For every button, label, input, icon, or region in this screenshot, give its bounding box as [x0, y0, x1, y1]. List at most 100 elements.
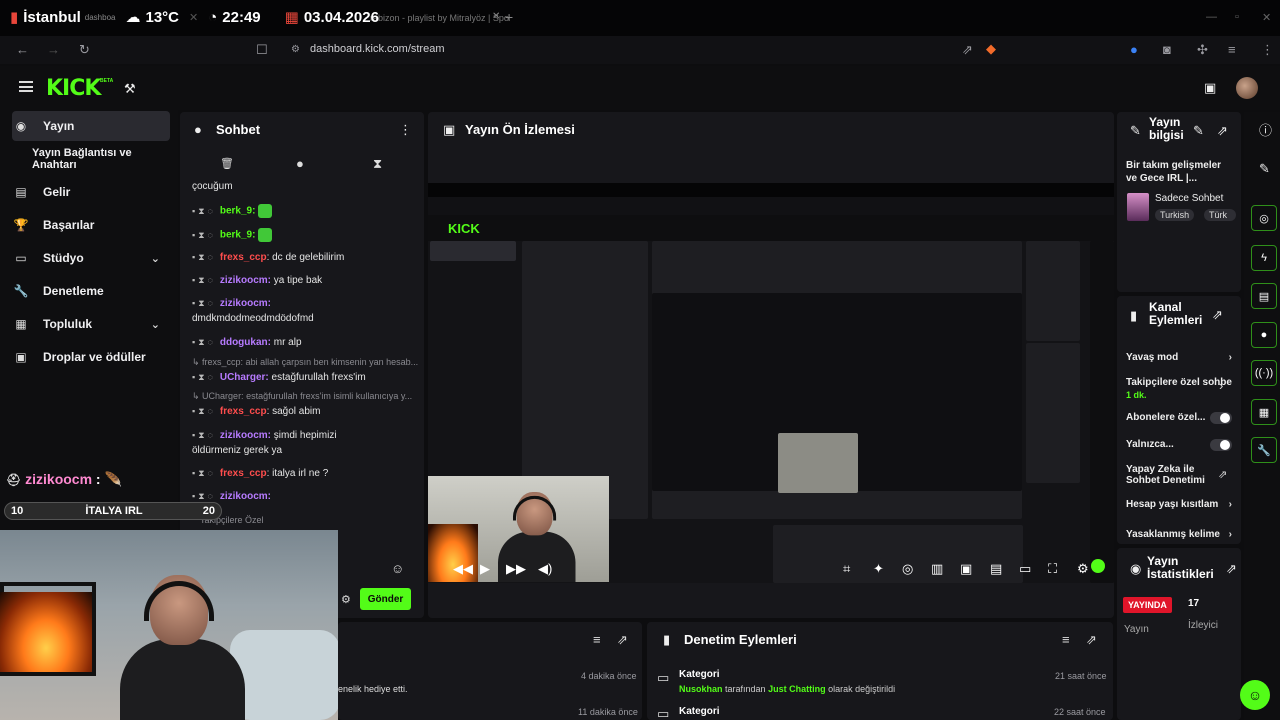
- mod-tools-icon[interactable]: ▪⧗◌: [192, 337, 216, 347]
- chat-mode-icon[interactable]: ●: [296, 157, 304, 171]
- avatar[interactable]: [1236, 77, 1258, 99]
- pip-icon[interactable]: ▣: [960, 561, 972, 577]
- external-link-icon[interactable]: ⇗: [1218, 468, 1227, 482]
- browser-tab-title[interactable]: rabizon - playlist by Mitralyöz | Spo: [370, 13, 509, 23]
- followers-only-row[interactable]: Takipçilere özel sohbet: [1126, 377, 1232, 388]
- play-icon[interactable]: ▶: [480, 561, 490, 577]
- edit-icon[interactable]: ✎: [1259, 162, 1270, 176]
- strip-chat-icon[interactable]: ●: [1251, 322, 1277, 348]
- layout-icon[interactable]: ▭: [1019, 561, 1031, 577]
- strip-layout-icon[interactable]: ▦: [1251, 399, 1277, 425]
- chat-username[interactable]: berk_9:: [220, 206, 256, 217]
- brave-shield-icon[interactable]: ◆: [986, 42, 996, 56]
- mod-tools-icon[interactable]: ▪⧗◌: [192, 468, 216, 478]
- sidebar-item-basarilar[interactable]: 🏆 Başarılar: [12, 210, 170, 240]
- mod-user[interactable]: Nusokhan: [679, 684, 723, 694]
- banned-words-row[interactable]: Yasaklanmış kelime ›: [1126, 529, 1236, 540]
- hamburger-menu-icon[interactable]: [19, 81, 33, 92]
- rewind-icon[interactable]: ◀◀: [453, 561, 473, 577]
- popout-icon[interactable]: ⇗: [1217, 124, 1228, 138]
- chat-username[interactable]: zizikoocm:: [220, 275, 271, 286]
- slow-mode-row[interactable]: Yavaş mod ›: [1126, 352, 1236, 363]
- site-info-icon[interactable]: ⚙: [291, 43, 300, 57]
- maximize-icon[interactable]: ▫: [1235, 11, 1239, 23]
- fast-forward-icon[interactable]: ▶▶: [506, 561, 526, 577]
- sidebar-item-denetleme[interactable]: 🔧 Denetleme: [12, 276, 170, 306]
- url-field[interactable]: dashboard.kick.com/stream: [310, 43, 445, 55]
- kick-logo[interactable]: KICK: [46, 76, 101, 101]
- theater-icon[interactable]: ▤: [990, 561, 1002, 577]
- settings-icon[interactable]: ⚙: [1077, 561, 1089, 577]
- chevron-right-icon[interactable]: ›: [1219, 379, 1223, 393]
- crop-icon[interactable]: ⌗: [843, 561, 850, 577]
- mod-tools-icon[interactable]: ▪⧗◌: [192, 372, 216, 382]
- stats-icon[interactable]: ▥: [931, 561, 943, 577]
- account-age-row[interactable]: Hesap yaşı kısıtlam ›: [1126, 499, 1236, 510]
- mod-tools-icon[interactable]: ▪⧗◌: [192, 406, 216, 416]
- tab-close-icon[interactable]: ✕: [189, 11, 198, 24]
- emote-only-row[interactable]: Yalnızca...: [1126, 439, 1236, 451]
- mod-tools-icon[interactable]: ▪⧗◌: [192, 252, 216, 262]
- menu-icon[interactable]: ⋮: [1261, 43, 1274, 57]
- category-name[interactable]: Sadece Sohbet: [1155, 193, 1223, 204]
- mod-tools-icon[interactable]: ▪⧗◌: [192, 275, 216, 285]
- info-icon[interactable]: ⓘ: [1259, 124, 1272, 138]
- new-tab-icon[interactable]: +: [505, 9, 513, 25]
- extensions-puzzle-icon[interactable]: ✣: [1197, 43, 1208, 57]
- ai-moderation-row[interactable]: Yapay Zeka ile Sohbet Denetimi: [1126, 464, 1221, 486]
- tag[interactable]: Türk: [1204, 209, 1236, 221]
- minimize-icon[interactable]: —: [1206, 11, 1217, 23]
- sidebar-item-studyo[interactable]: ▭ Stüdyo ⌄: [12, 243, 170, 273]
- emote-only-toggle[interactable]: [1210, 439, 1232, 451]
- share-icon[interactable]: ⇗: [962, 43, 973, 57]
- send-button[interactable]: Gönder: [360, 588, 411, 610]
- chat-username[interactable]: frexs_ccp: [220, 406, 267, 417]
- chat-username[interactable]: zizikoocm:: [220, 491, 271, 502]
- volume-icon[interactable]: ◀): [538, 561, 552, 577]
- extension-2-icon[interactable]: ◙: [1163, 43, 1171, 57]
- close-window-icon[interactable]: ✕: [1262, 11, 1271, 24]
- mod-tools-icon[interactable]: ▪⧗◌: [192, 430, 216, 440]
- hourglass-icon[interactable]: ⧗: [373, 157, 382, 171]
- chat-username[interactable]: ddogukan:: [220, 337, 271, 348]
- strip-focus-icon[interactable]: ◎: [1251, 205, 1277, 231]
- subscribers-only-row[interactable]: Abonelere özel...: [1126, 412, 1236, 424]
- mod-tools-icon[interactable]: ▪⧗◌: [192, 491, 216, 501]
- back-icon[interactable]: ←: [16, 43, 29, 57]
- popout-icon[interactable]: ⇗: [1212, 308, 1223, 322]
- studio-icon[interactable]: ▣: [1204, 81, 1216, 95]
- mod-tools-icon[interactable]: ▪⧗◌: [192, 206, 216, 216]
- strip-wrench-icon[interactable]: 🔧: [1251, 437, 1277, 463]
- edit-icon[interactable]: ✎: [1193, 124, 1204, 138]
- chat-username[interactable]: UCharger:: [220, 372, 269, 383]
- timer-icon[interactable]: ◎: [902, 561, 913, 577]
- tag[interactable]: Turkish: [1155, 209, 1195, 221]
- bookmark-icon[interactable]: ☐: [256, 43, 268, 57]
- extension-icon[interactable]: ●: [1130, 43, 1138, 57]
- sidebar-item-stream-key[interactable]: Yayın Bağlantısı ve Anahtarı: [32, 144, 178, 174]
- hammer-icon[interactable]: ⚒: [124, 81, 136, 97]
- support-chat-icon[interactable]: ☺: [1240, 680, 1270, 710]
- fullscreen-icon[interactable]: ⛶: [1048, 561, 1057, 577]
- trash-icon[interactable]: 🗑: [220, 157, 234, 171]
- filter-icon[interactable]: ≡: [1062, 633, 1070, 647]
- strip-doc-icon[interactable]: ▤: [1251, 283, 1277, 309]
- emoji-icon[interactable]: ☺: [391, 562, 404, 576]
- mod-tools-icon[interactable]: ▪⧗◌: [192, 230, 216, 240]
- strip-bolt-icon[interactable]: ϟ: [1251, 245, 1277, 271]
- chat-username[interactable]: berk_9:: [220, 230, 256, 241]
- sidebar-item-droplar[interactable]: ▣ Droplar ve ödüller: [12, 342, 170, 372]
- popout-icon[interactable]: ⇗: [617, 633, 628, 647]
- sidebar-item-topluluk[interactable]: ▦ Topluluk ⌄: [12, 309, 170, 339]
- popout-icon[interactable]: ⇗: [1226, 562, 1237, 576]
- sparkle-icon[interactable]: ✦: [873, 561, 884, 577]
- reload-icon[interactable]: ↻: [79, 43, 90, 57]
- subscribers-only-toggle[interactable]: [1210, 412, 1232, 424]
- sidebar-item-yayin[interactable]: ◉ Yayın: [12, 111, 170, 141]
- close-tab-icon[interactable]: ✕: [492, 11, 500, 22]
- playlist-icon[interactable]: ≡: [1228, 43, 1236, 57]
- chat-username[interactable]: zizikoocm:: [220, 430, 271, 441]
- chat-username[interactable]: frexs_ccp: [220, 252, 267, 263]
- forward-icon[interactable]: →: [47, 43, 60, 57]
- chat-username[interactable]: zizikoocm:: [220, 298, 271, 309]
